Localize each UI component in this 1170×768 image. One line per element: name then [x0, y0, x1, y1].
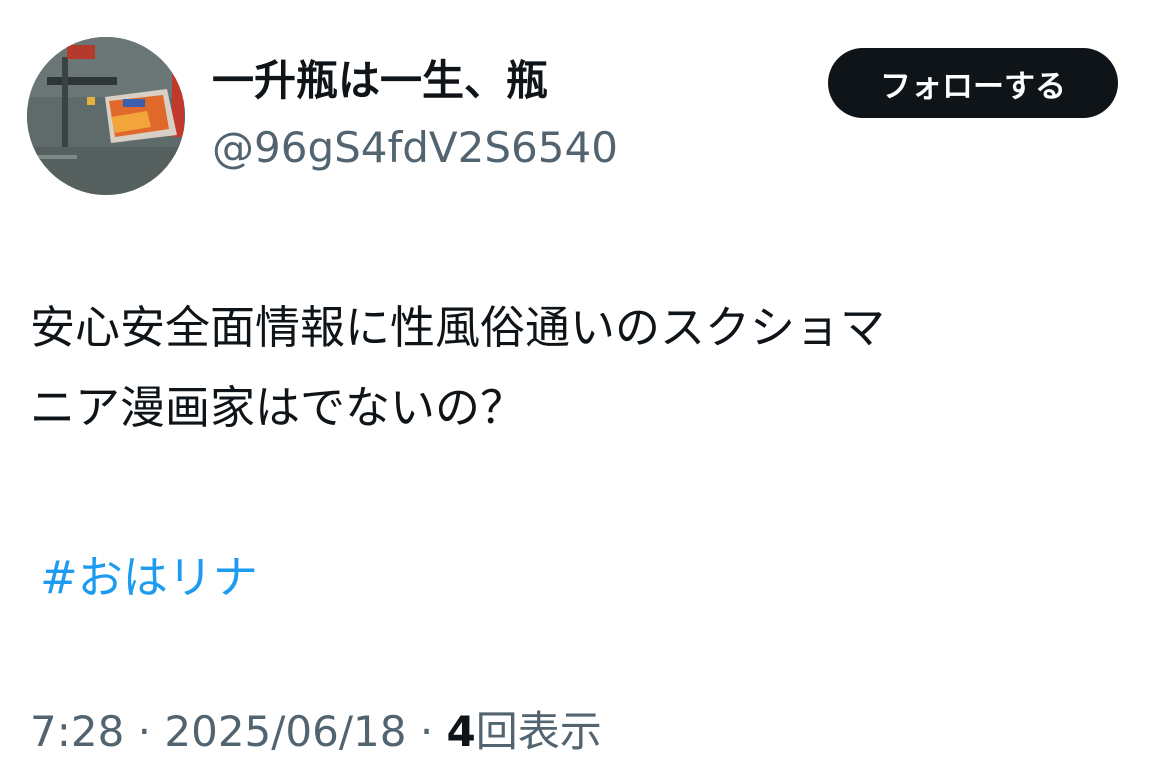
meta-separator: · [124, 707, 165, 756]
timestamp-date[interactable]: 2025/06/18 [164, 707, 406, 756]
display-name[interactable]: 一升瓶は一生、瓶 [212, 57, 548, 104]
tweet-meta: 7:28 · 2025/06/18 · 4回表示 [30, 702, 602, 762]
views-label: 回表示 [475, 707, 602, 756]
timestamp-time[interactable]: 7:28 [30, 707, 124, 756]
tweet-text-line-1: 安心安全面情報に性風俗通いのスクショマ [30, 301, 886, 354]
tweet-text: 安心安全面情報に性風俗通いのスクショマ ニア漫画家はでないの？ [30, 288, 1140, 448]
avatar[interactable] [27, 37, 185, 195]
views-count: 4 [446, 707, 476, 756]
meta-separator: · [406, 707, 447, 756]
hashtag-link[interactable]: #おはリナ [40, 548, 258, 608]
user-handle[interactable]: @96gS4fdV2S6540 [212, 124, 618, 171]
tweet-text-line-2: ニア漫画家はでないの？ [30, 381, 526, 434]
follow-button[interactable]: フォローする [828, 48, 1118, 118]
tweet-card: 一升瓶は一生、瓶 @96gS4fdV2S6540 フォローする 安心安全面情報に… [0, 0, 1170, 768]
